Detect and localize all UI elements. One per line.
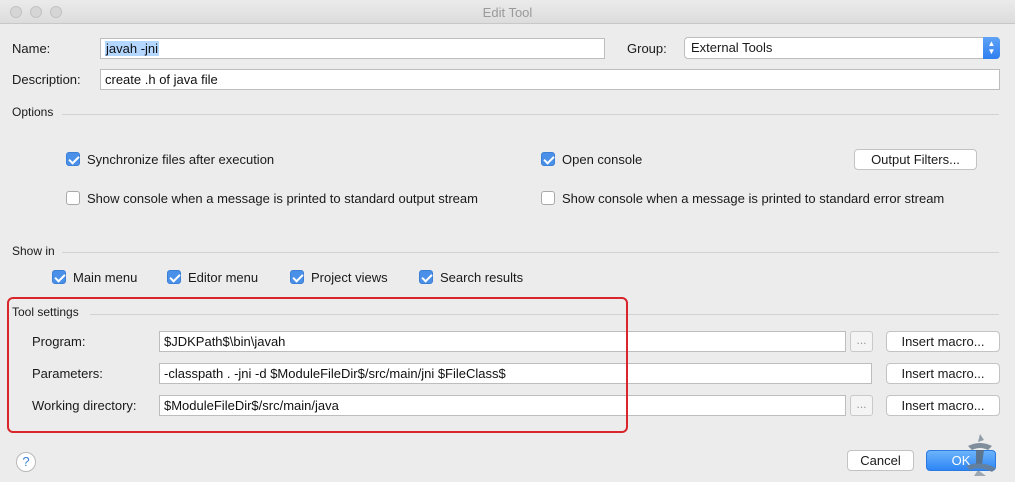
description-label: Description: xyxy=(12,72,81,87)
group-select[interactable]: External Tools ▲ ▼ xyxy=(684,37,1000,59)
group-value: External Tools xyxy=(691,40,773,55)
working-directory-browse-button[interactable]: ... xyxy=(850,395,873,416)
console-stdout-label: Show console when a message is printed t… xyxy=(87,191,478,206)
project-views-label: Project views xyxy=(311,270,388,285)
main-menu-label: Main menu xyxy=(73,270,138,285)
search-results-checkbox[interactable] xyxy=(419,270,433,284)
parameters-insert-macro-button[interactable]: Insert macro... xyxy=(886,363,1000,384)
cancel-button[interactable]: Cancel xyxy=(847,450,914,471)
editor-menu-label: Editor menu xyxy=(188,270,259,285)
program-insert-macro-button[interactable]: Insert macro... xyxy=(886,331,1000,352)
open-console-label: Open console xyxy=(562,152,643,167)
editor-menu-checkbox[interactable] xyxy=(167,270,181,284)
search-results-label: Search results xyxy=(440,270,524,285)
description-field[interactable]: create .h of java file xyxy=(100,69,1000,90)
project-views-checkbox[interactable] xyxy=(290,270,304,284)
options-separator xyxy=(62,114,999,115)
options-title: Options xyxy=(12,105,54,119)
sync-files-checkbox[interactable] xyxy=(66,152,80,166)
main-menu-checkbox[interactable] xyxy=(52,270,66,284)
title-bar: Edit Tool xyxy=(0,0,1015,24)
show-in-separator xyxy=(62,252,999,253)
name-field[interactable]: javah -jni xyxy=(100,38,605,59)
help-button[interactable]: ? xyxy=(16,452,36,472)
show-in-title: Show in xyxy=(12,244,55,258)
chevron-up-down-icon: ▲ ▼ xyxy=(983,37,1000,59)
name-value: javah -jni xyxy=(105,41,160,56)
console-stderr-label: Show console when a message is printed t… xyxy=(562,191,945,206)
console-stdout-checkbox[interactable] xyxy=(66,191,80,205)
open-console-checkbox[interactable] xyxy=(541,152,555,166)
working-directory-insert-macro-button[interactable]: Insert macro... xyxy=(886,395,1000,416)
description-value: create .h of java file xyxy=(105,72,218,87)
name-label: Name: xyxy=(12,41,51,56)
watermark-logo-icon xyxy=(966,434,996,476)
program-browse-button[interactable]: ... xyxy=(850,331,873,352)
tool-settings-highlight-box xyxy=(7,297,628,433)
console-stderr-checkbox[interactable] xyxy=(541,191,555,205)
window-title: Edit Tool xyxy=(482,5,533,20)
output-filters-button[interactable]: Output Filters... xyxy=(854,149,977,170)
group-label: Group: xyxy=(627,41,667,56)
sync-files-label: Synchronize files after execution xyxy=(87,152,275,167)
